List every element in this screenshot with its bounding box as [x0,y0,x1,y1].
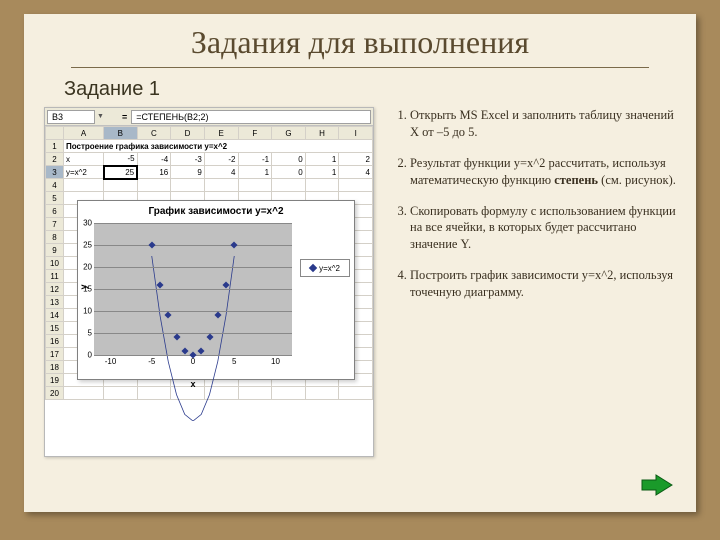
step-3: Скопировать формулу с использованием фун… [410,203,676,254]
name-box: B3 [47,110,95,124]
table-row: 1 Построение графика зависимости y=x^2 [46,140,373,153]
formula-bar: B3 ▼ = =СТЕПЕНЬ(B2;2) [45,108,373,126]
table-row: 2 x -5 -4 -3 -2 -1 0 1 2 [46,153,373,166]
excel-screenshot: B3 ▼ = =СТЕПЕНЬ(B2;2) A B C D E F [44,107,374,457]
step-4: Построить график зависимости y=x^2, испо… [410,267,676,301]
dropdown-icon: ▼ [97,113,104,120]
fx-equals: = [122,112,127,122]
formula-input: =СТЕПЕНЬ(B2;2) [131,110,371,124]
chart: График зависимости y=x^2 y 051015202530 … [77,200,355,380]
chart-legend: y=x^2 [300,259,350,277]
step-1: Открыть MS Excel и заполнить таблицу зна… [410,107,676,141]
step-2: Результат функции y=x^2 рассчитать, испо… [410,155,676,189]
slide-title: Задания для выполнения [71,24,649,68]
col-header-row: A B C D E F G H I [46,127,373,140]
x-axis-label: x [94,379,292,389]
table-row: 3 y=x^2 25 16 9 4 1 0 1 4 [46,166,373,179]
arrow-right-icon [640,472,674,498]
slide-subtitle: Задание 1 [64,78,696,101]
next-button[interactable] [640,472,674,498]
x-ticks: -10-50510 [94,357,292,367]
legend-marker-icon [309,264,317,272]
plot-area: 051015202530 [94,223,292,355]
chart-title: График зависимости y=x^2 [78,201,354,219]
legend-label: y=x^2 [319,264,340,273]
instructions: Открыть MS Excel и заполнить таблицу зна… [388,107,676,457]
